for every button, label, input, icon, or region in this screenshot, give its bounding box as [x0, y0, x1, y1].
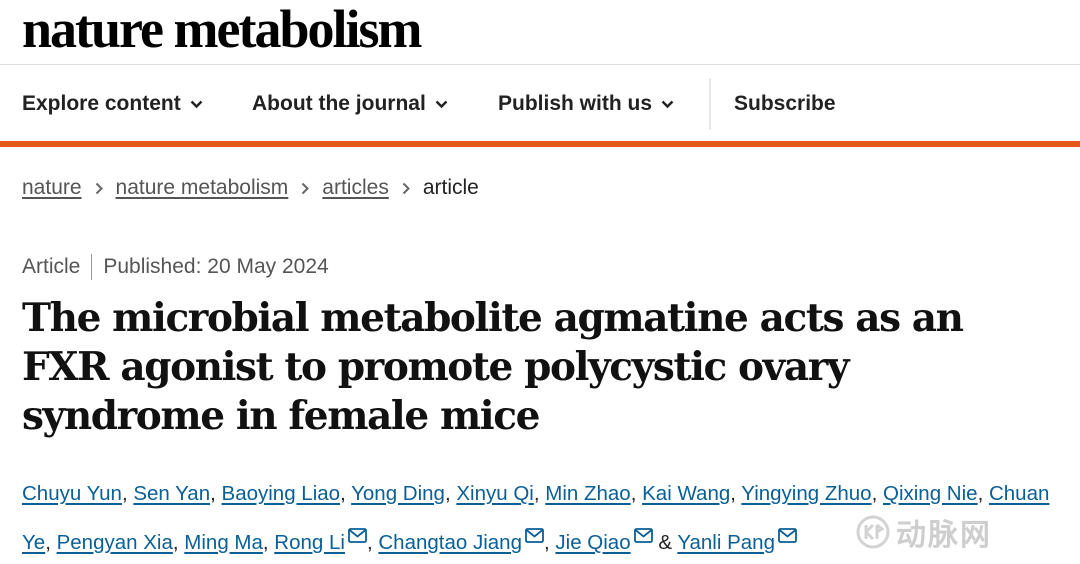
author-link[interactable]: Changtao Jiang — [378, 531, 522, 554]
breadcrumb-current: article — [422, 176, 479, 199]
breadcrumb-articles[interactable]: articles — [322, 176, 389, 200]
nav-label: About the journal — [252, 92, 426, 115]
nav-label: Publish with us — [498, 92, 653, 115]
nav-subscribe[interactable]: Subscribe — [734, 78, 836, 130]
author-link[interactable]: Min Zhao — [545, 482, 630, 505]
nav-about-the-journal[interactable]: About the journal — [252, 78, 448, 130]
chevron-down-icon — [190, 100, 203, 109]
nav-explore-content[interactable]: Explore content — [22, 78, 203, 130]
site-logo[interactable]: nature metabolism — [22, 0, 422, 60]
header-divider — [0, 64, 1080, 65]
author-link[interactable]: Xinyu Qi — [456, 482, 533, 505]
breadcrumb: nature nature metabolism articles articl… — [22, 176, 479, 200]
author-link[interactable]: Jie Qiao — [555, 531, 630, 554]
chevron-down-icon — [435, 100, 448, 109]
author-link[interactable]: Yanli Pang — [677, 531, 775, 554]
author-link[interactable]: Sen Yan — [133, 482, 210, 505]
article-meta: Article Published: 20 May 2024 — [22, 254, 329, 280]
envelope-icon[interactable] — [633, 515, 653, 558]
chevron-down-icon — [661, 100, 674, 109]
nav-label: Explore content — [22, 92, 181, 115]
breadcrumb-nature-metabolism[interactable]: nature metabolism — [116, 176, 289, 200]
meta-divider — [91, 254, 93, 280]
author-link[interactable]: Chuyu Yun — [22, 482, 122, 505]
chevron-right-icon — [95, 182, 103, 195]
envelope-icon[interactable] — [348, 515, 367, 558]
author-separator: & — [658, 531, 673, 554]
author-link[interactable]: Baoying Liao — [222, 482, 341, 505]
author-link[interactable]: Yingying Zhuo — [741, 482, 871, 505]
author-link[interactable]: Rong Li — [274, 531, 345, 554]
author-link[interactable]: Pengyan Xia — [57, 531, 173, 554]
breadcrumb-nature[interactable]: nature — [22, 176, 82, 200]
watermark: 动脉网 — [856, 510, 992, 554]
main-nav: Explore content About the journal Publis… — [0, 78, 1080, 130]
article-type: Article — [22, 255, 81, 278]
watermark-text: 动脉网 — [896, 518, 992, 553]
nav-publish-with-us[interactable]: Publish with us — [498, 78, 674, 130]
envelope-icon[interactable] — [778, 515, 797, 558]
author-link[interactable]: Qixing Nie — [883, 482, 978, 505]
chevron-right-icon — [301, 182, 310, 195]
accent-bar — [0, 141, 1080, 147]
nav-label: Subscribe — [734, 92, 836, 115]
author-link[interactable]: Kai Wang — [642, 482, 730, 505]
author-link[interactable]: Ming Ma — [184, 531, 263, 554]
chevron-right-icon — [402, 182, 410, 195]
author-link[interactable]: Yong Ding — [351, 482, 445, 505]
article-title: The microbial metabolite agmatine acts a… — [22, 295, 964, 439]
published-date: Published: 20 May 2024 — [103, 255, 329, 278]
nav-separator — [709, 78, 711, 130]
envelope-icon[interactable] — [525, 515, 544, 558]
watermark-logo-icon — [856, 515, 890, 549]
